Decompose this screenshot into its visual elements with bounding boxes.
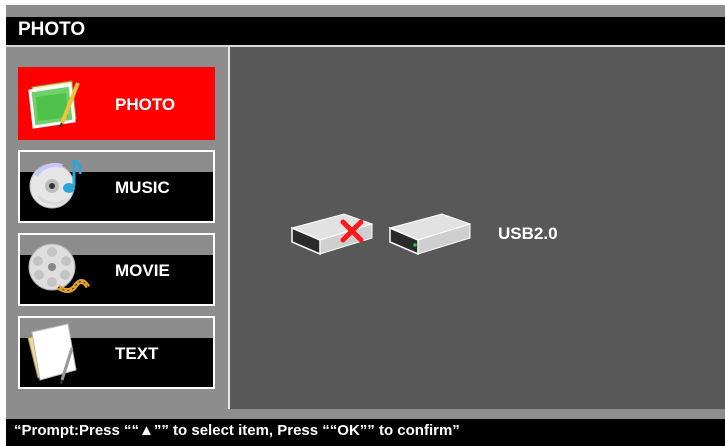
- sidebar-item-photo[interactable]: PHOTO: [18, 67, 215, 140]
- sidebar-item-label: TEXT: [115, 344, 159, 363]
- media-browser-screen: PHOTO PHOTO MUSIC MOVIE TEXT USB2.0 “Pro…: [0, 0, 725, 446]
- device-label-usb: USB2.0: [498, 224, 558, 243]
- usb-drive-icon[interactable]: [386, 210, 472, 258]
- text-document-icon: [27, 323, 77, 385]
- device-panel: USB2.0: [230, 47, 725, 409]
- sidebar-item-label: PHOTO: [115, 95, 176, 114]
- prompt-bar: “Prompt:Press ““▲”” to select item, Pres…: [6, 419, 725, 446]
- drive-disconnected-icon[interactable]: [288, 210, 374, 258]
- sidebar: PHOTO MUSIC MOVIE TEXT: [6, 47, 228, 409]
- sidebar-item-label: MOVIE: [115, 261, 170, 280]
- bottom-frame: [6, 409, 725, 419]
- music-cd-icon: [29, 158, 82, 209]
- sidebar-item-music[interactable]: MUSIC: [18, 150, 215, 223]
- sidebar-item-movie[interactable]: MOVIE: [18, 233, 215, 306]
- photo-icon: [28, 80, 80, 129]
- title-bar: PHOTO: [6, 17, 725, 45]
- sidebar-item-label: MUSIC: [115, 178, 170, 197]
- film-reel-icon: [28, 243, 91, 293]
- sidebar-item-text[interactable]: TEXT: [18, 316, 215, 389]
- page-title: PHOTO: [18, 19, 86, 40]
- prompt-text: “Prompt:Press ““▲”” to select item, Pres…: [14, 422, 460, 439]
